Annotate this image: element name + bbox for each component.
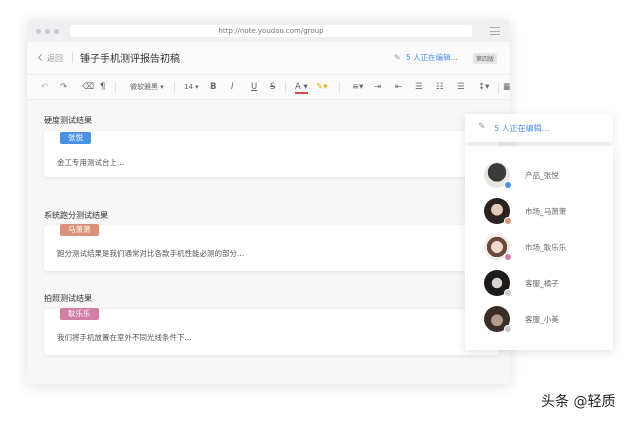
url-bar[interactable]: http://note.youdao.com/group [70, 25, 472, 37]
document-body[interactable]: 硬度测试结果 金工专用测试台上... 张悦 系统跑分测试结果 跑分测试结果是我们… [27, 100, 510, 384]
numbered-list-icon[interactable]: ☰ [457, 82, 465, 92]
section-heading: 系统跑分测试结果 [44, 211, 108, 220]
collaborator-row[interactable]: 客服_橘子 [484, 270, 604, 300]
eraser-icon[interactable]: ⌫ [82, 82, 94, 92]
strikethrough-button[interactable]: S [270, 82, 275, 92]
divider [285, 82, 286, 93]
editing-status-text: 5 人正在编辑... [406, 53, 458, 62]
font-color-label: A [295, 82, 301, 92]
editor-tag: 马萧萧 [60, 224, 99, 236]
undo-icon[interactable]: ↶ [41, 82, 48, 92]
underline-button[interactable]: U [251, 82, 257, 92]
indent-icon[interactable]: ⇥ [374, 82, 381, 92]
divider [339, 82, 340, 93]
bullet-list-icon[interactable]: ☷ [436, 82, 444, 92]
hamburger-menu-icon[interactable] [490, 27, 500, 35]
pencil-icon: ✎ [478, 122, 486, 132]
divider [174, 82, 175, 93]
font-color-button[interactable]: A ▾ [295, 82, 308, 94]
collaborators-header[interactable]: ✎ 5 人正在编辑... [465, 114, 613, 142]
collaborator-name: 产品_张悦 [525, 171, 559, 180]
document-title[interactable]: 锤子手机测评报告初稿 [80, 50, 180, 65]
font-size-value: 14 [184, 83, 193, 91]
font-size-select[interactable]: 14 ▾ [184, 82, 199, 92]
divider [115, 82, 116, 93]
watermark: 头条 @轻质 [541, 394, 616, 410]
font-family-value: 微软雅黑 [130, 83, 158, 91]
italic-button[interactable]: I [231, 82, 234, 92]
status-dot [504, 325, 512, 333]
editor-tag: 耿乐乐 [60, 308, 99, 320]
highlight-color-icon[interactable]: ✎▾ [316, 82, 327, 92]
divider [498, 82, 499, 93]
status-dot [504, 217, 512, 225]
window-dot[interactable] [36, 29, 41, 34]
browser-window: http://note.youdao.com/group 返回 锤子手机测评报告… [27, 20, 510, 384]
quote-icon[interactable]: ☰ [415, 82, 423, 92]
window-dot[interactable] [54, 29, 59, 34]
back-label: 返回 [47, 54, 63, 63]
align-icon[interactable]: ≡▾ [352, 82, 363, 92]
content-block[interactable]: 我们将手机放置在室外不同光线条件下... [44, 309, 499, 355]
editor-tag: 张悦 [60, 132, 91, 144]
content-block[interactable]: 金工专用测试台上... [44, 131, 499, 177]
collaborators-panel: 产品_张悦 市场_马萧萧 市场_耿乐乐 客服_橘子 客服_小美 [465, 146, 613, 350]
collaborator-name: 客服_小美 [525, 315, 559, 324]
version-badge[interactable]: 第四版 [473, 53, 498, 64]
editing-status[interactable]: ✎ 5 人正在编辑... [394, 52, 458, 63]
collaborator-row[interactable]: 市场_马萧萧 [484, 198, 604, 228]
collaborator-row[interactable]: 客服_小美 [484, 306, 604, 336]
back-button[interactable]: 返回 [37, 53, 63, 64]
collaborator-row[interactable]: 产品_张悦 [484, 162, 604, 192]
browser-bar: http://note.youdao.com/group [27, 20, 510, 42]
bold-button[interactable]: B [210, 82, 216, 92]
section-heading: 硬度测试结果 [44, 116, 92, 125]
window-dot[interactable] [45, 29, 50, 34]
block-text: 跑分测试结果是我们通常对比各款手机性能必测的部分... [57, 249, 245, 258]
font-family-select[interactable]: 微软雅黑 ▾ [130, 82, 164, 92]
redo-icon[interactable]: ↷ [60, 82, 67, 92]
status-dot [504, 181, 512, 189]
collaborator-name: 客服_橘子 [525, 279, 559, 288]
formatting-toolbar: ↶ ↷ ⌫ ¶ 微软雅黑 ▾ 14 ▾ B I U S A ▾ ✎▾ ≡▾ ⇥ … [27, 74, 510, 100]
document-header: 返回 锤子手机测评报告初稿 ✎ 5 人正在编辑... 第四版 [27, 42, 510, 74]
content-block[interactable]: 跑分测试结果是我们通常对比各款手机性能必测的部分... [44, 225, 499, 271]
line-height-icon[interactable]: ↕▾ [478, 82, 489, 92]
format-painter-icon[interactable]: ¶ [100, 82, 105, 92]
status-dot [504, 253, 512, 261]
collaborator-row[interactable]: 市场_耿乐乐 [484, 234, 604, 264]
pencil-icon: ✎ [394, 53, 401, 62]
block-text: 金工专用测试台上... [57, 158, 125, 167]
collaborator-name: 市场_耿乐乐 [525, 243, 567, 252]
section-heading: 拍照测试结果 [44, 294, 92, 303]
status-dot [504, 289, 512, 297]
collaborator-name: 市场_马萧萧 [525, 207, 567, 216]
divider [72, 52, 73, 63]
block-text: 我们将手机放置在室外不同光线条件下... [57, 333, 192, 342]
outdent-icon[interactable]: ⇤ [395, 82, 402, 92]
table-icon[interactable]: ▦ [503, 82, 510, 92]
collaborators-count: 5 人正在编辑... [494, 124, 550, 133]
chevron-left-icon [37, 53, 46, 62]
